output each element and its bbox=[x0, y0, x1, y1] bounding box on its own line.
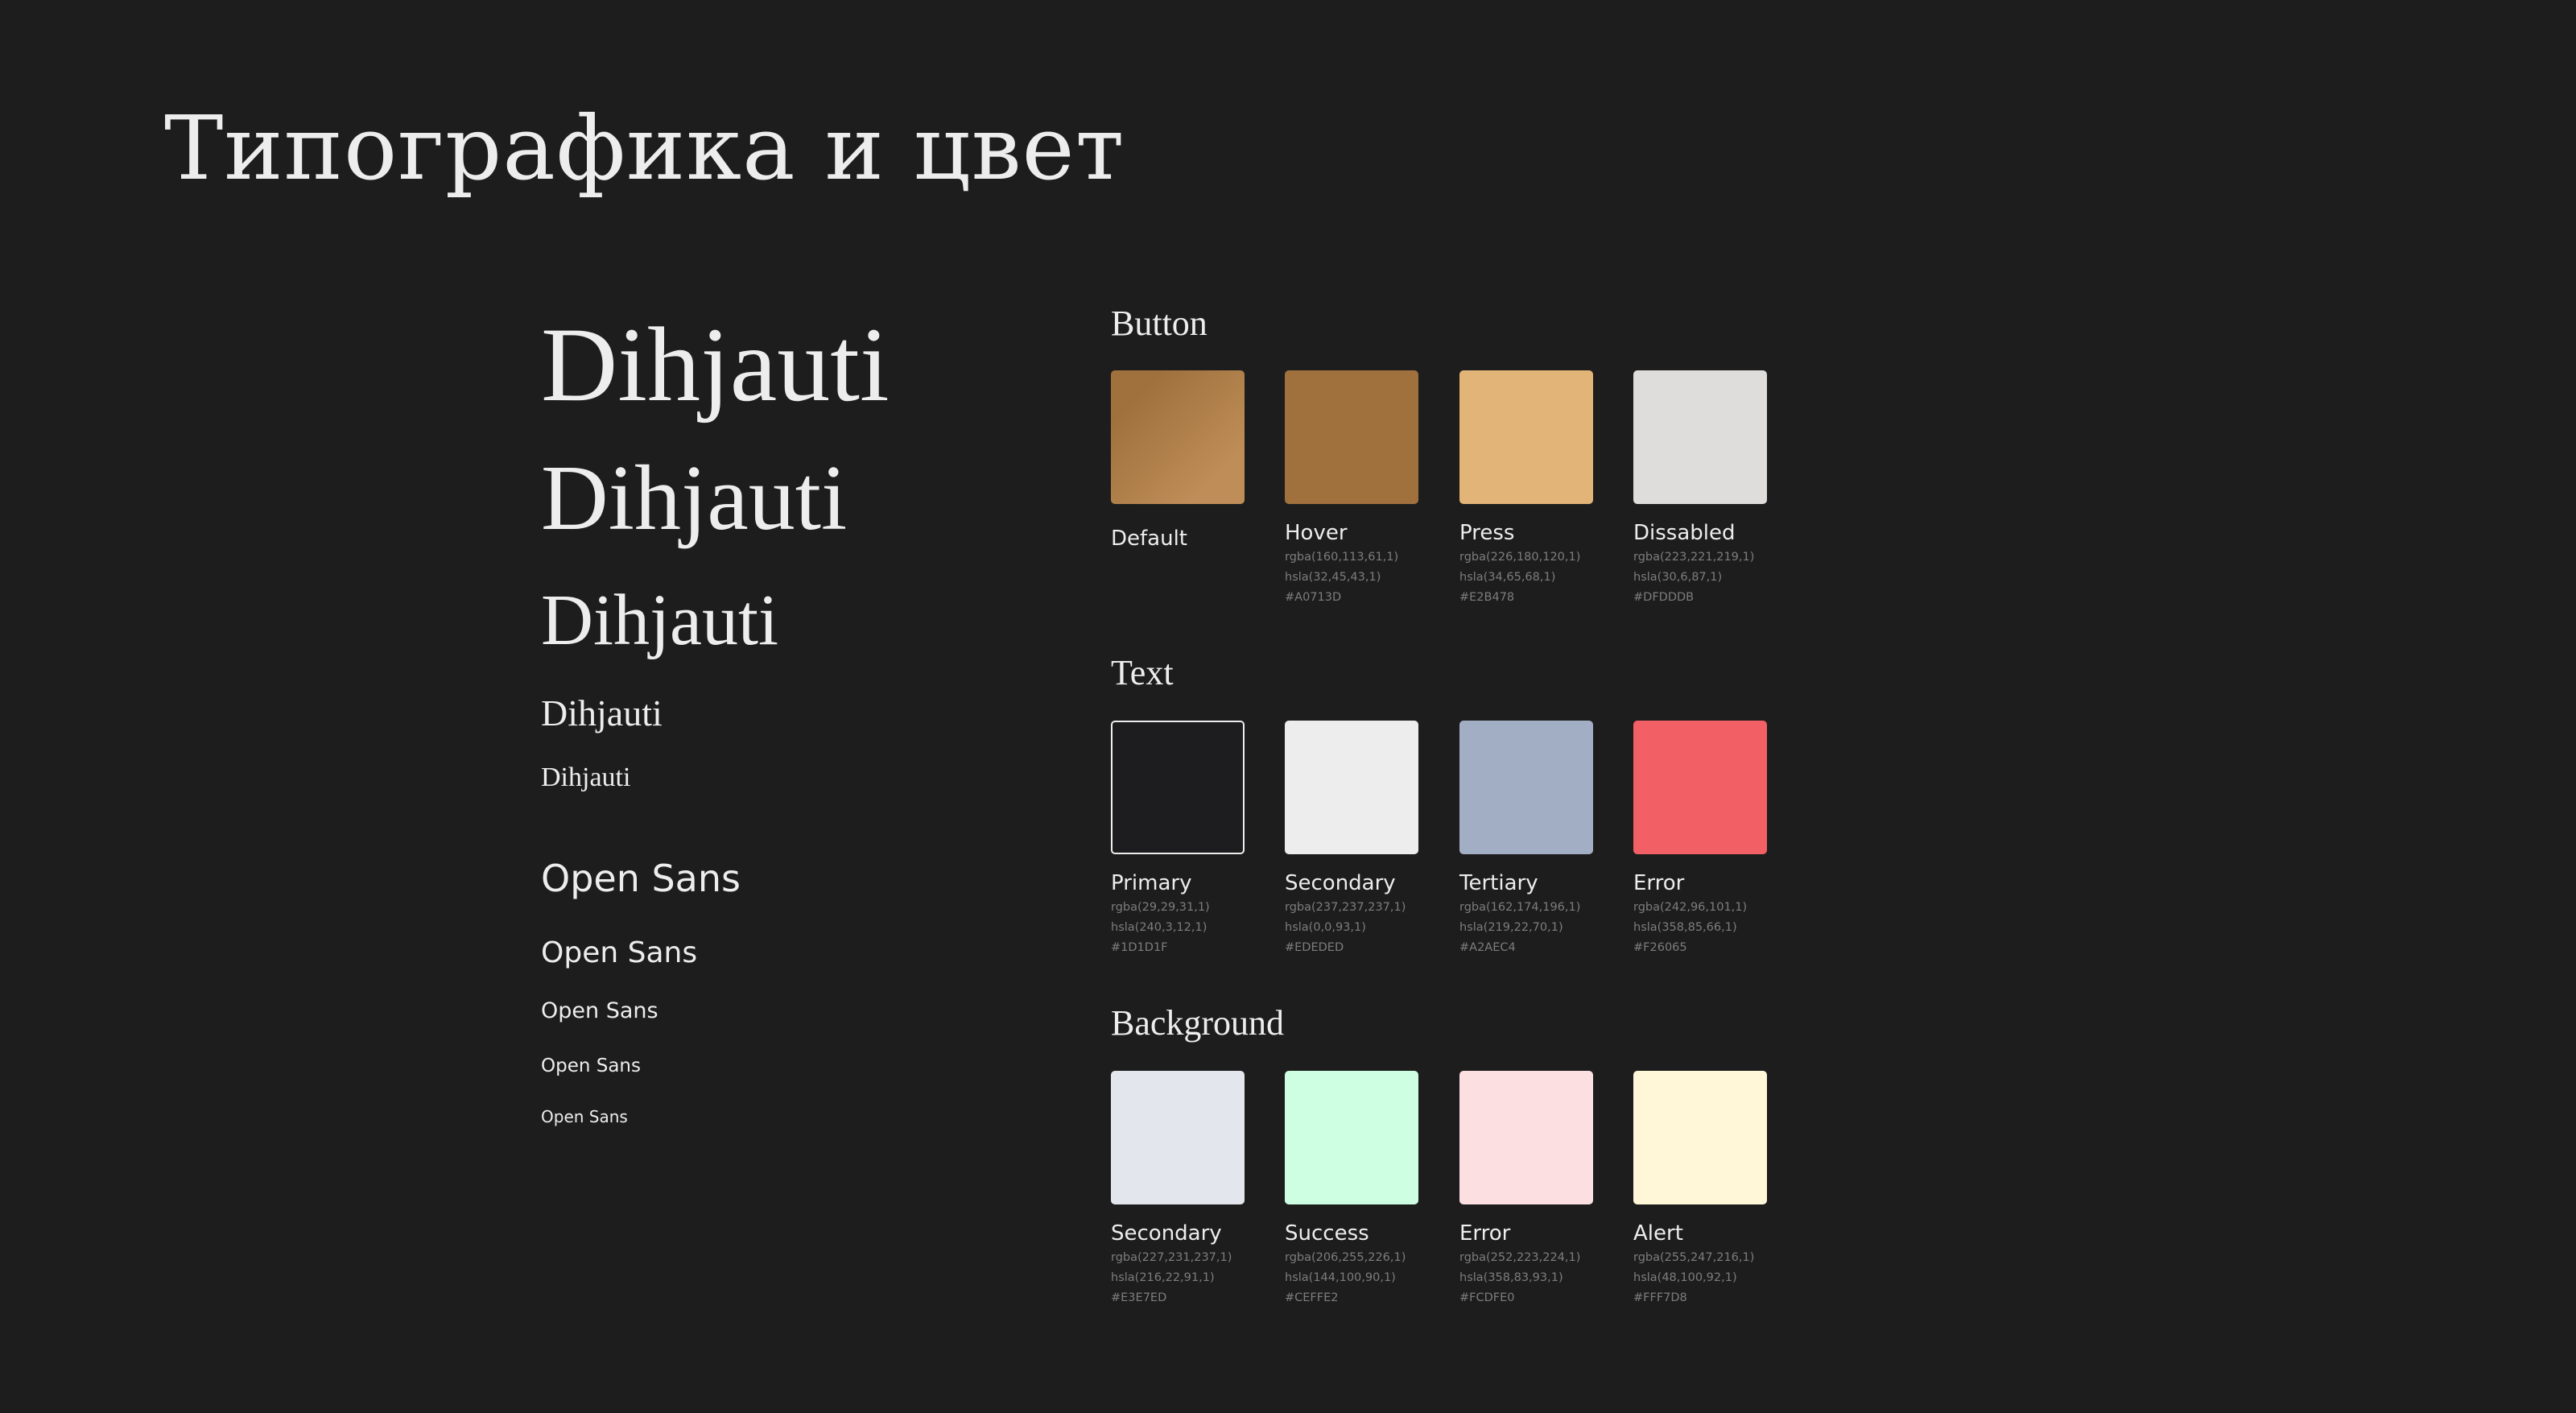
swatch-label-button-press: Press bbox=[1459, 521, 1515, 545]
section-title-text: Text bbox=[1111, 653, 1174, 692]
hex-value: #A0713D bbox=[1285, 591, 1342, 604]
swatch-label-background-alert: Alert bbox=[1633, 1221, 1683, 1246]
swatch-text-tertiary bbox=[1459, 721, 1593, 854]
swatch-button-default bbox=[1111, 370, 1245, 504]
hex-value: #DFDDDB bbox=[1633, 591, 1695, 604]
serif-sample-lg: Dihjauti bbox=[541, 447, 848, 550]
rgba-value: rgba(206,255,226,1) bbox=[1285, 1251, 1406, 1264]
hex-value: #E3E7ED bbox=[1111, 1291, 1167, 1304]
swatch-label-text-tertiary: Tertiary bbox=[1459, 871, 1538, 895]
section-title-background: Background bbox=[1111, 1003, 1285, 1043]
swatch-values-button-disabled: rgba(223,221,219,1) hsla(30,6,87,1) #DFD… bbox=[1633, 547, 1754, 608]
page-title: Типографика и цвет bbox=[164, 97, 1125, 200]
swatch-background-secondary bbox=[1111, 1071, 1245, 1204]
swatch-label-button-default: Default bbox=[1111, 527, 1187, 551]
swatch-background-success bbox=[1285, 1071, 1418, 1204]
rgba-value: rgba(242,96,101,1) bbox=[1633, 901, 1748, 914]
swatch-button-hover bbox=[1285, 370, 1418, 504]
hex-value: #FFF7D8 bbox=[1633, 1291, 1687, 1304]
swatch-label-background-error: Error bbox=[1459, 1221, 1511, 1246]
hsla-value: hsla(216,22,91,1) bbox=[1111, 1271, 1215, 1284]
swatch-values-text-secondary: rgba(237,237,237,1) hsla(0,0,93,1) #EDED… bbox=[1285, 898, 1406, 958]
hsla-value: hsla(358,85,66,1) bbox=[1633, 921, 1737, 934]
swatch-values-text-error: rgba(242,96,101,1) hsla(358,85,66,1) #F2… bbox=[1633, 898, 1747, 958]
hex-value: #1D1D1F bbox=[1111, 941, 1168, 954]
hex-value: #A2AEC4 bbox=[1459, 941, 1516, 954]
hex-value: #CEFFE2 bbox=[1285, 1291, 1339, 1304]
serif-sample-xs: Dihjauti bbox=[541, 762, 631, 792]
swatch-text-secondary bbox=[1285, 721, 1418, 854]
rgba-value: rgba(237,237,237,1) bbox=[1285, 901, 1406, 914]
swatch-background-error bbox=[1459, 1071, 1593, 1204]
hsla-value: hsla(219,22,70,1) bbox=[1459, 921, 1563, 934]
sans-sample-xs: Open Sans bbox=[541, 1107, 628, 1126]
serif-sample-xl: Dihjauti bbox=[541, 305, 890, 423]
hsla-value: hsla(48,100,92,1) bbox=[1633, 1271, 1737, 1284]
hsla-value: hsla(0,0,93,1) bbox=[1285, 921, 1366, 934]
swatch-values-button-press: rgba(226,180,120,1) hsla(34,65,68,1) #E2… bbox=[1459, 547, 1580, 608]
hsla-value: hsla(32,45,43,1) bbox=[1285, 571, 1381, 584]
sans-sample-lg: Open Sans bbox=[541, 936, 698, 969]
swatch-values-button-hover: rgba(160,113,61,1) hsla(32,45,43,1) #A07… bbox=[1285, 547, 1398, 608]
hsla-value: hsla(34,65,68,1) bbox=[1459, 571, 1556, 584]
swatch-values-text-primary: rgba(29,29,31,1) hsla(240,3,12,1) #1D1D1… bbox=[1111, 898, 1210, 958]
swatch-button-disabled bbox=[1633, 370, 1767, 504]
swatch-label-button-disabled: Dissabled bbox=[1633, 521, 1736, 545]
swatch-button-press bbox=[1459, 370, 1593, 504]
swatch-label-background-secondary: Secondary bbox=[1111, 1221, 1222, 1246]
rgba-value: rgba(162,174,196,1) bbox=[1459, 901, 1581, 914]
hsla-value: hsla(240,3,12,1) bbox=[1111, 921, 1208, 934]
swatch-label-button-hover: Hover bbox=[1285, 521, 1348, 545]
hex-value: #EDEDED bbox=[1285, 941, 1344, 954]
section-title-button: Button bbox=[1111, 304, 1208, 343]
rgba-value: rgba(227,231,237,1) bbox=[1111, 1251, 1232, 1264]
rgba-value: rgba(160,113,61,1) bbox=[1285, 551, 1399, 564]
hex-value: #FCDFE0 bbox=[1459, 1291, 1515, 1304]
rgba-value: rgba(255,247,216,1) bbox=[1633, 1251, 1755, 1264]
rgba-value: rgba(29,29,31,1) bbox=[1111, 901, 1210, 914]
serif-sample-sm: Dihjauti bbox=[541, 692, 663, 733]
hex-value: #F26065 bbox=[1633, 941, 1687, 954]
swatch-values-text-tertiary: rgba(162,174,196,1) hsla(219,22,70,1) #A… bbox=[1459, 898, 1580, 958]
swatch-label-text-primary: Primary bbox=[1111, 871, 1192, 895]
hsla-value: hsla(30,6,87,1) bbox=[1633, 571, 1723, 584]
sans-sample-sm: Open Sans bbox=[541, 1056, 641, 1076]
swatch-background-alert bbox=[1633, 1071, 1767, 1204]
swatch-values-background-secondary: rgba(227,231,237,1) hsla(216,22,91,1) #E… bbox=[1111, 1248, 1232, 1308]
sans-sample-xl: Open Sans bbox=[541, 857, 741, 900]
swatch-values-background-success: rgba(206,255,226,1) hsla(144,100,90,1) #… bbox=[1285, 1248, 1406, 1308]
rgba-value: rgba(252,223,224,1) bbox=[1459, 1251, 1581, 1264]
swatch-label-text-secondary: Secondary bbox=[1285, 871, 1396, 895]
hex-value: #E2B478 bbox=[1459, 591, 1515, 604]
swatch-values-background-alert: rgba(255,247,216,1) hsla(48,100,92,1) #F… bbox=[1633, 1248, 1754, 1308]
swatch-label-text-error: Error bbox=[1633, 871, 1685, 895]
rgba-value: rgba(226,180,120,1) bbox=[1459, 551, 1581, 564]
swatch-values-background-error: rgba(252,223,224,1) hsla(358,83,93,1) #F… bbox=[1459, 1248, 1580, 1308]
swatch-label-background-success: Success bbox=[1285, 1221, 1369, 1246]
hsla-value: hsla(144,100,90,1) bbox=[1285, 1271, 1396, 1284]
sans-sample-md: Open Sans bbox=[541, 998, 658, 1023]
serif-sample-md: Dihjauti bbox=[541, 580, 778, 660]
swatch-text-primary bbox=[1111, 721, 1245, 854]
rgba-value: rgba(223,221,219,1) bbox=[1633, 551, 1755, 564]
hsla-value: hsla(358,83,93,1) bbox=[1459, 1271, 1563, 1284]
swatch-text-error bbox=[1633, 721, 1767, 854]
